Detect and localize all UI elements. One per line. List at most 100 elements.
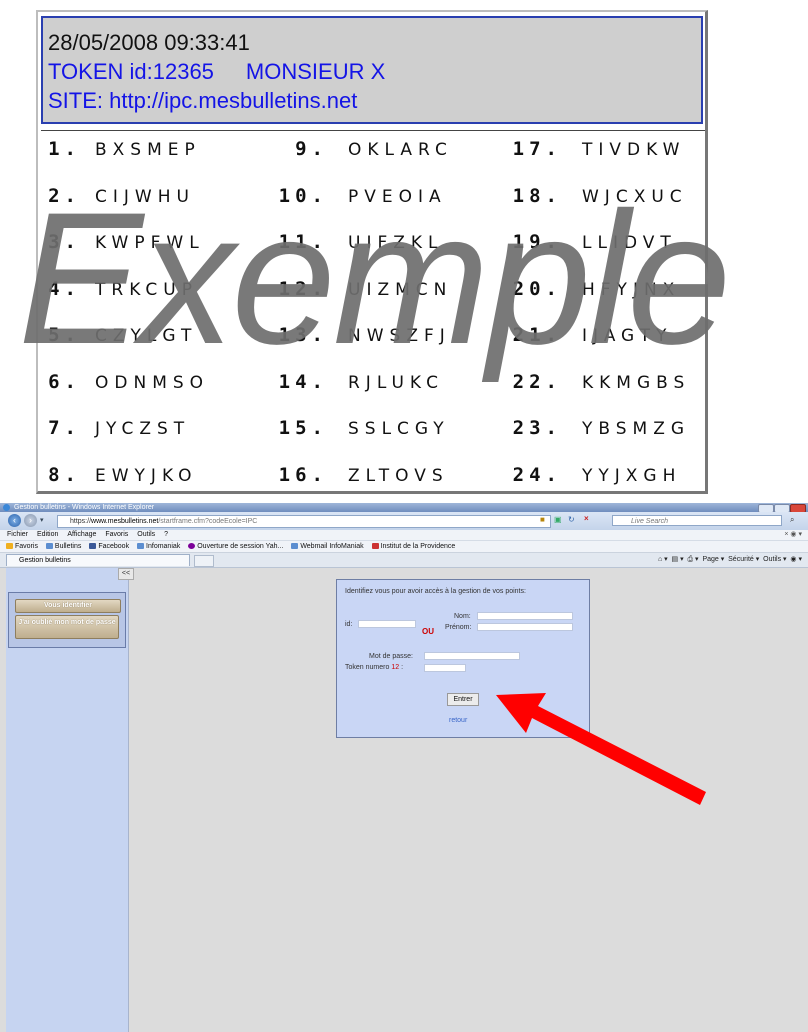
favorites-button[interactable]: Favoris xyxy=(6,543,38,550)
identify-button[interactable]: Vous identifier xyxy=(15,599,121,613)
token-number-label: 17. xyxy=(512,138,562,160)
token-number-label: 5. xyxy=(48,324,81,346)
token-entry: 5. CZYLGT xyxy=(41,324,197,346)
password-label: Mot de passe: xyxy=(369,653,413,660)
menu-edit[interactable]: Edition xyxy=(37,531,58,538)
token-code: UIZMCN xyxy=(348,279,453,300)
browser-titlebar: Gestion bulletins - Windows Internet Exp… xyxy=(0,503,808,513)
forward-arrow-icon[interactable]: › xyxy=(24,514,37,527)
new-tab-button[interactable] xyxy=(194,555,214,567)
yahoo-icon xyxy=(188,543,196,549)
lastname-input[interactable] xyxy=(477,612,573,620)
back-arrow-icon[interactable]: ‹ xyxy=(8,514,21,527)
card-token-id: TOKEN id:12365 xyxy=(48,59,214,84)
search-icon[interactable]: ⌕ xyxy=(790,515,794,525)
token-number-label: 2. xyxy=(48,184,81,207)
token-number-label: 12. xyxy=(278,277,328,300)
token-entry: 24. YYJXGH xyxy=(498,464,681,486)
token-number-label: 14. xyxy=(278,370,328,393)
favorites-bar: Favoris Bulletins Facebook Infomaniak Ou… xyxy=(0,541,808,553)
feeds-icon[interactable]: ▤ ▾ xyxy=(672,556,684,563)
menu-file[interactable]: Fichier xyxy=(7,531,28,538)
token-entry: 12. UIZMCN xyxy=(264,278,452,300)
address-bar: ‹ › ▾ https://www.mesbulletins.net/start… xyxy=(0,512,808,530)
url-input[interactable]: https://www.mesbulletins.net/startframe.… xyxy=(57,515,551,528)
command-tools[interactable]: Outils ▾ xyxy=(763,556,786,563)
token-code: YYJXGH xyxy=(582,465,682,486)
id-label: id: xyxy=(345,621,353,628)
token-entry: 14. RJLUKC xyxy=(264,371,444,393)
token-code: CIJWHU xyxy=(95,186,195,207)
token-entry: 16. ZLTOVS xyxy=(264,464,449,486)
home-icon[interactable]: ⌂ ▾ xyxy=(658,556,668,563)
token-number-label: 11. xyxy=(278,231,328,253)
token-code: JYCZST xyxy=(95,419,191,439)
ie-page-icon xyxy=(137,543,145,549)
token-entry: 18. WJCXUC xyxy=(498,185,688,207)
left-menu-box: Vous identifier J'ai oublié mon mot de p… xyxy=(8,592,126,648)
command-security[interactable]: Sécurité ▾ xyxy=(728,556,759,563)
menu-help[interactable]: ? xyxy=(164,531,168,538)
token-entry: 4. TRKCUP xyxy=(41,278,198,300)
red-arrow-annotation xyxy=(496,693,706,805)
token-number-label: 20. xyxy=(512,277,562,300)
help-icon[interactable]: ◉ ▾ xyxy=(790,556,802,563)
search-input[interactable]: Live Search xyxy=(612,515,782,526)
menu-view[interactable]: Affichage xyxy=(67,531,96,538)
menu-favorites[interactable]: Favoris xyxy=(105,531,128,538)
fav-webmail[interactable]: Webmail InfoManiak xyxy=(291,543,364,550)
menu-bar-controls[interactable]: × ◉ ▾ xyxy=(784,530,802,540)
left-panel: << Vous identifier J'ai oublié mon mot d… xyxy=(6,568,134,1032)
card-site: SITE: http://ipc.mesbulletins.net xyxy=(48,88,358,113)
token-number-label: 15. xyxy=(278,417,328,439)
fav-facebook[interactable]: Facebook xyxy=(89,543,129,550)
print-icon[interactable]: ⎙ ▾ xyxy=(687,556,698,563)
url-scheme: https:// xyxy=(70,518,92,525)
token-entry: 13. NWSZFJ xyxy=(264,324,451,346)
menu-tools[interactable]: Outils xyxy=(137,531,155,538)
forgot-password-button[interactable]: J'ai oublié mon mot de passe xyxy=(15,615,119,639)
card-datetime: 28/05/2008 09:33:41 xyxy=(48,30,250,55)
password-input[interactable] xyxy=(424,652,520,660)
token-number-label: 16. xyxy=(278,463,328,486)
id-input[interactable] xyxy=(358,620,416,628)
lock-icon[interactable]: ■ xyxy=(540,515,545,524)
token-entry: 6. ODNMSO xyxy=(41,371,209,393)
token-number-label: 24. xyxy=(512,463,562,486)
firstname-input[interactable] xyxy=(477,623,573,631)
enter-button[interactable]: Entrer xyxy=(447,693,479,706)
tab-bar: Gestion bulletins ⌂ ▾ ▤ ▾ ⎙ ▾ Page ▾ Séc… xyxy=(0,553,808,568)
tab-gestion-bulletins[interactable]: Gestion bulletins xyxy=(6,554,190,566)
login-title: Identifiez vous pour avoir accès à la ge… xyxy=(345,588,526,595)
token-label: Token numero 12 : xyxy=(345,664,404,671)
collapse-panel-button[interactable]: << xyxy=(118,568,134,580)
window-title: Gestion bulletins - Windows Internet Exp… xyxy=(14,504,155,511)
fav-yahoo-session[interactable]: Ouverture de session Yah... xyxy=(188,543,283,550)
url-path: /startframe.cfm?codeEcole=IPC xyxy=(158,518,258,525)
command-page[interactable]: Page ▾ xyxy=(702,556,724,563)
fav-infomaniak[interactable]: Infomaniak xyxy=(137,543,180,550)
refresh-icon[interactable]: ↻ xyxy=(568,515,575,524)
fav-bulletins[interactable]: Bulletins xyxy=(45,543,81,550)
token-entry: 7. JYCZST xyxy=(41,417,190,439)
token-number-label: 10. xyxy=(278,184,328,207)
lastname-label: Nom: xyxy=(454,613,471,620)
token-code: YBSMZG xyxy=(582,419,691,439)
history-dropdown-icon[interactable]: ▾ xyxy=(40,516,44,524)
token-code: RJLUKC xyxy=(348,372,444,393)
card-token-line: TOKEN id:12365 MONSIEUR X xyxy=(48,57,701,86)
address-actions: ■ ▣ ↻ × xyxy=(540,514,602,526)
stop-icon[interactable]: × xyxy=(584,514,589,523)
back-link[interactable]: retour xyxy=(449,717,467,724)
ie-page-icon xyxy=(45,543,53,549)
token-number-label: 18. xyxy=(512,184,562,207)
compat-icon[interactable]: ▣ xyxy=(554,515,562,524)
token-code: IJAGTY xyxy=(582,326,673,346)
token-code: NWSZFJ xyxy=(348,326,451,346)
token-code: OKLARC xyxy=(348,140,453,160)
token-entry: 9. OKLARC xyxy=(264,138,453,160)
firstname-label: Prénom: xyxy=(445,624,472,631)
school-icon xyxy=(371,543,379,549)
fav-institut[interactable]: Institut de la Providence xyxy=(371,543,455,550)
token-input[interactable] xyxy=(424,664,466,672)
